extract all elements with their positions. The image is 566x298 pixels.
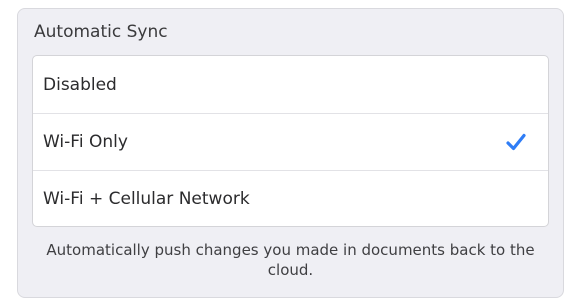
- sync-footer-note: Automatically push changes you made in d…: [46, 241, 535, 279]
- checkmark-icon: [506, 133, 526, 151]
- section-header: Automatic Sync: [34, 22, 168, 42]
- sync-option-disabled[interactable]: Disabled: [33, 56, 548, 113]
- option-label: Wi-Fi + Cellular Network: [43, 189, 250, 209]
- sync-option-wifi-cellular[interactable]: Wi-Fi + Cellular Network: [33, 170, 548, 226]
- option-label: Wi-Fi Only: [43, 132, 128, 152]
- automatic-sync-panel: Automatic Sync Disabled Wi-Fi Only Wi-Fi…: [17, 8, 564, 298]
- option-label: Disabled: [43, 74, 117, 95]
- sync-option-wifi-only[interactable]: Wi-Fi Only: [33, 113, 548, 170]
- sync-options-list: Disabled Wi-Fi Only Wi-Fi + Cellular Net…: [32, 55, 549, 227]
